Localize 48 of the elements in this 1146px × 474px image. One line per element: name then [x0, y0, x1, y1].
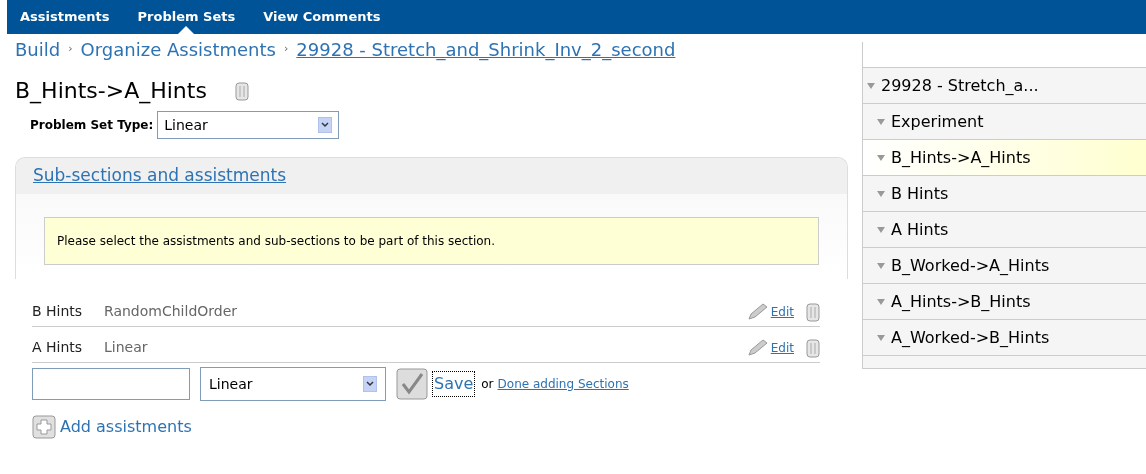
tree-item[interactable]: B Hints — [863, 176, 1146, 212]
or-text: or — [481, 376, 494, 393]
trash-icon[interactable] — [806, 301, 820, 322]
item-name: B Hints — [32, 302, 84, 321]
nav-tab[interactable]: Problem Sets — [137, 0, 236, 34]
type-select[interactable]: Linear — [157, 111, 340, 139]
checkmark-icon[interactable] — [396, 368, 428, 400]
edit-link[interactable]: Edit — [770, 338, 794, 357]
breadcrumb-separator: › — [283, 40, 289, 57]
edit-link[interactable]: Edit — [770, 302, 794, 321]
item-name: A Hints — [32, 338, 84, 357]
trash-icon[interactable] — [234, 80, 249, 101]
breadcrumb-link[interactable]: 29928 - Stretch_and_Shrink_Inv_2_second — [296, 35, 676, 63]
pencil-icon — [746, 302, 769, 321]
expanded-triangle-icon[interactable] — [877, 153, 885, 162]
pencil-icon — [746, 338, 769, 357]
expanded-triangle-icon[interactable] — [867, 81, 875, 90]
tree-item[interactable]: A_Worked->B_Hints — [863, 320, 1146, 356]
nav-tab[interactable]: Assistments — [20, 0, 110, 34]
tree-item[interactable]: 29928 - Stretch_a... — [863, 68, 1146, 104]
expanded-triangle-icon[interactable] — [877, 225, 885, 234]
item-order: RandomChildOrder — [104, 302, 238, 321]
notice-message: Please select the assistments and sub-sections to be part of this section. — [44, 217, 819, 265]
dropdown-caret-icon — [318, 117, 333, 133]
breadcrumb-separator: › — [68, 40, 73, 57]
expanded-triangle-icon[interactable] — [877, 189, 885, 198]
name-input[interactable] — [32, 368, 190, 400]
nav-tab[interactable]: View Comments — [263, 0, 381, 34]
expanded-triangle-icon[interactable] — [877, 297, 885, 306]
dropdown-caret-icon — [363, 376, 377, 392]
type-select[interactable]: Linear — [200, 367, 386, 401]
expanded-triangle-icon[interactable] — [877, 117, 885, 126]
trash-icon[interactable] — [806, 337, 820, 358]
add-assistments-link[interactable]: Add assistments — [60, 415, 192, 439]
tree-item[interactable]: B_Hints->A_Hints — [863, 140, 1146, 176]
field-label: Problem Set Type: — [30, 117, 154, 134]
page-title: B_Hints->A_Hints — [15, 77, 207, 106]
tree-item[interactable]: A Hints — [863, 212, 1146, 248]
tree-item[interactable]: A_Hints->B_Hints — [863, 284, 1146, 320]
done-link[interactable]: Done adding Sections — [497, 375, 629, 393]
expanded-triangle-icon[interactable] — [877, 333, 885, 342]
plus-icon[interactable] — [32, 415, 56, 439]
tree-item[interactable]: B_Worked->A_Hints — [863, 248, 1146, 284]
breadcrumb-link[interactable]: Organize Assistments — [80, 35, 276, 63]
item-order: Linear — [104, 338, 148, 357]
expanded-triangle-icon[interactable] — [877, 261, 885, 270]
save-button[interactable]: Save — [432, 371, 476, 397]
breadcrumb-link[interactable]: Build — [15, 35, 61, 63]
